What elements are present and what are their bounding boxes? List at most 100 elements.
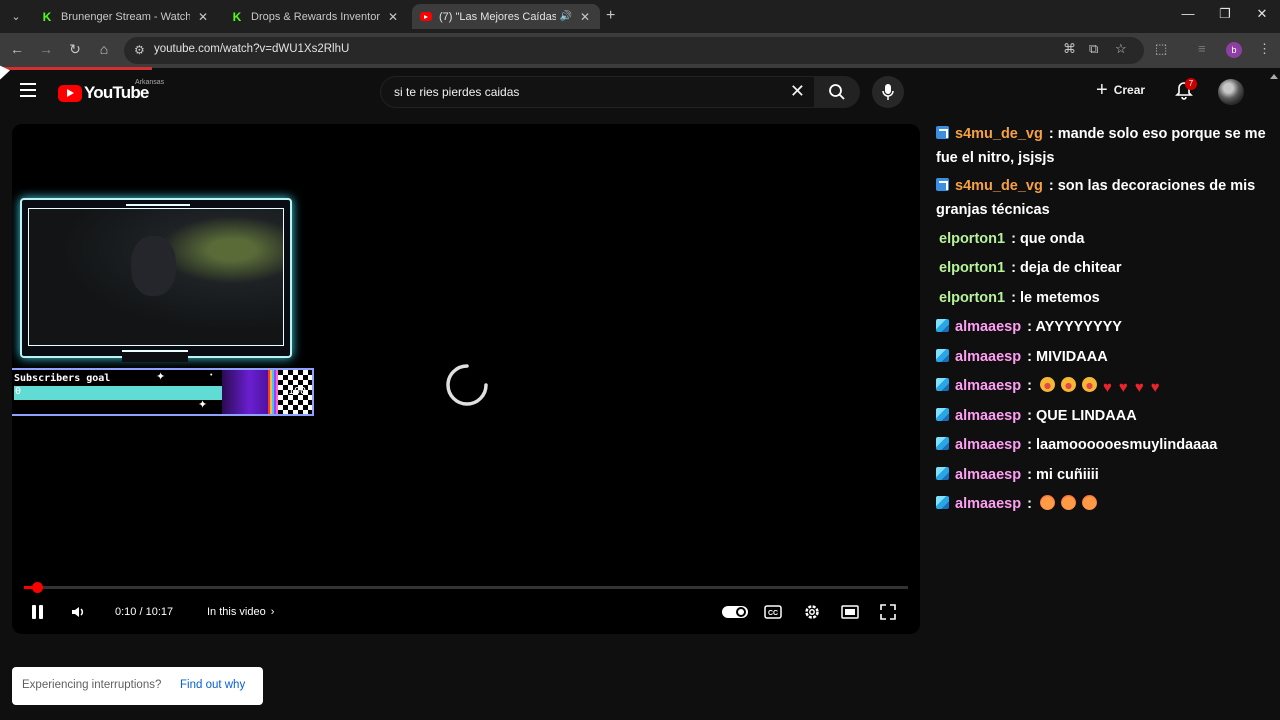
site-info-icon[interactable]: ⚙	[134, 43, 145, 57]
overlay-top-ornament	[126, 198, 190, 206]
chat-username[interactable]: almaaesp	[955, 349, 1021, 365]
theater-mode-button[interactable]	[841, 604, 859, 620]
settings-button[interactable]	[803, 604, 821, 620]
captions-button[interactable]: CC	[764, 604, 782, 620]
browser-tabstrip: ⌄ K Brunenger Stream - Watch Live ✕ K Dr…	[0, 0, 1280, 33]
create-label: Crear	[1113, 83, 1146, 97]
search-button[interactable]	[814, 76, 860, 108]
tab-close-icon[interactable]: ✕	[386, 10, 400, 24]
tab-title: (7) "Las Mejores Caídas Gra	[439, 10, 556, 23]
voice-search-button[interactable]	[872, 76, 904, 108]
chat-text: : le metemos	[1011, 290, 1100, 306]
clear-search-icon[interactable]: ✕	[790, 81, 805, 102]
chat-username[interactable]: almaaesp	[955, 408, 1021, 424]
chat-message: almaaesp : ♥ ♥ ♥ ♥	[936, 374, 1276, 400]
chat-text: : MIVIDAAA	[1027, 349, 1108, 365]
sparkle-icon: ✦	[156, 371, 166, 383]
profile-avatar[interactable]: b	[1226, 42, 1242, 58]
chat-username[interactable]: almaaesp	[955, 378, 1021, 394]
search-input[interactable]: si te ries pierdes caidas ✕	[380, 76, 816, 108]
kick-icon: K	[232, 9, 242, 24]
goal-purple-decoration	[222, 370, 268, 414]
create-button[interactable]: + Crear	[1096, 80, 1146, 100]
chrome-menu-icon[interactable]: ⋮	[1258, 41, 1271, 57]
translate-icon[interactable]: ⌘	[1063, 41, 1076, 57]
tab-close-icon[interactable]: ✕	[196, 10, 210, 24]
browser-tab-2[interactable]: K Drops & Rewards Inventory - Ki ✕	[222, 4, 408, 29]
overlay-bottom-ornament	[122, 350, 188, 362]
tab-title: Brunenger Stream - Watch Live	[61, 10, 190, 23]
captions-icon: CC	[764, 605, 782, 619]
chat-username[interactable]: almaaesp	[955, 437, 1021, 453]
chat-username[interactable]: elporton1	[939, 231, 1005, 247]
account-avatar[interactable]	[1218, 79, 1244, 105]
address-bar[interactable]: ⚙ youtube.com/watch?v=dWU1Xs2RlhU	[124, 37, 1144, 64]
chat-text: : mi cuñiiii	[1027, 467, 1099, 483]
install-app-icon[interactable]: ⧉	[1089, 41, 1098, 57]
interruptions-toast: Experiencing interruptions? Find out why	[12, 667, 263, 705]
new-tab-button[interactable]: +	[606, 7, 615, 25]
search-query[interactable]: si te ries pierdes caidas	[394, 85, 519, 99]
chat-message: s4mu_de_vg : son las decoraciones de mis…	[936, 174, 1276, 222]
chat-username[interactable]: s4mu_de_vg	[955, 126, 1043, 142]
browser-tab-1[interactable]: K Brunenger Stream - Watch Live ✕	[32, 4, 218, 29]
cube-badge-icon	[936, 496, 949, 509]
media-control-icon[interactable]: ≡	[1198, 41, 1206, 56]
goal-end-value: 100	[287, 386, 306, 397]
minimize-icon[interactable]: —	[1173, 6, 1203, 21]
bookmark-star-icon[interactable]: ☆	[1115, 41, 1127, 57]
fullscreen-icon	[880, 604, 896, 620]
youtube-play-icon	[58, 84, 82, 102]
fullscreen-button[interactable]	[880, 604, 896, 620]
cube-badge-icon	[936, 467, 949, 480]
in-this-video-button[interactable]: In this video ›	[207, 604, 274, 620]
chevron-right-icon: ›	[270, 606, 275, 618]
smiling-hearts-emoji-icon	[1061, 495, 1077, 510]
notification-count-badge: 7	[1185, 78, 1197, 90]
browser-tab-3[interactable]: (7) "Las Mejores Caídas Gra 🔊 ✕	[412, 4, 600, 29]
autoplay-toggle[interactable]	[722, 604, 748, 620]
notifications-button[interactable]: 7	[1174, 78, 1197, 103]
tab-close-icon[interactable]: ✕	[578, 10, 592, 24]
chat-username[interactable]: almaaesp	[955, 319, 1021, 335]
chat-text: : que onda	[1011, 231, 1085, 247]
youtube-logo[interactable]: YouTube Arkansas	[58, 79, 164, 103]
vg-badge-icon	[936, 178, 949, 191]
speaker-icon[interactable]: 🔊	[560, 11, 572, 22]
chat-username[interactable]: almaaesp	[955, 467, 1021, 483]
tab-search-dropdown[interactable]: ⌄	[6, 6, 26, 26]
chat-username[interactable]: elporton1	[939, 260, 1005, 276]
cube-badge-icon	[936, 378, 949, 391]
theater-mode-icon	[841, 605, 859, 619]
vg-badge-icon	[936, 126, 949, 139]
chat-text: : QUE LINDAAA	[1027, 408, 1137, 424]
kick-icon: K	[42, 9, 52, 24]
pause-button[interactable]	[32, 604, 43, 620]
chat-username[interactable]: elporton1	[939, 290, 1005, 306]
sparkle-icon: •	[210, 372, 213, 379]
extensions-icon[interactable]: ⬚	[1155, 41, 1167, 57]
volume-button[interactable]	[70, 604, 86, 620]
cube-badge-icon	[936, 349, 949, 362]
reload-icon[interactable]: ↻	[66, 41, 84, 58]
url-text[interactable]: youtube.com/watch?v=dWU1Xs2RlhU	[154, 43, 349, 55]
chat-username[interactable]: almaaesp	[955, 496, 1021, 512]
chat-username[interactable]: s4mu_de_vg	[955, 178, 1043, 194]
autoplay-toggle-icon	[722, 606, 748, 618]
youtube-logo-text: YouTube	[84, 83, 149, 102]
menu-icon[interactable]	[20, 83, 36, 101]
back-icon[interactable]: ←	[8, 41, 26, 57]
scroll-up-arrow[interactable]	[1270, 74, 1278, 79]
heart-emoji-icon: ♥	[1103, 379, 1112, 396]
find-out-why-link[interactable]: Find out why	[180, 679, 245, 691]
home-icon[interactable]: ⌂	[95, 41, 113, 57]
chat-message: s4mu_de_vg : mande solo eso porque se me…	[936, 122, 1276, 170]
forward-icon[interactable]: →	[37, 41, 55, 57]
maximize-icon[interactable]: ❐	[1210, 6, 1240, 22]
progress-scrubber[interactable]	[32, 582, 43, 593]
progress-bar[interactable]	[24, 586, 908, 589]
close-window-icon[interactable]: ✕	[1247, 6, 1277, 22]
chat-message: almaaesp : MIVIDAAA	[936, 345, 1276, 369]
video-player[interactable]: Subscribers goal 0 100 ✦ ✦ • 0:10 / 10:1…	[12, 124, 920, 634]
webcam-overlay	[20, 198, 292, 362]
